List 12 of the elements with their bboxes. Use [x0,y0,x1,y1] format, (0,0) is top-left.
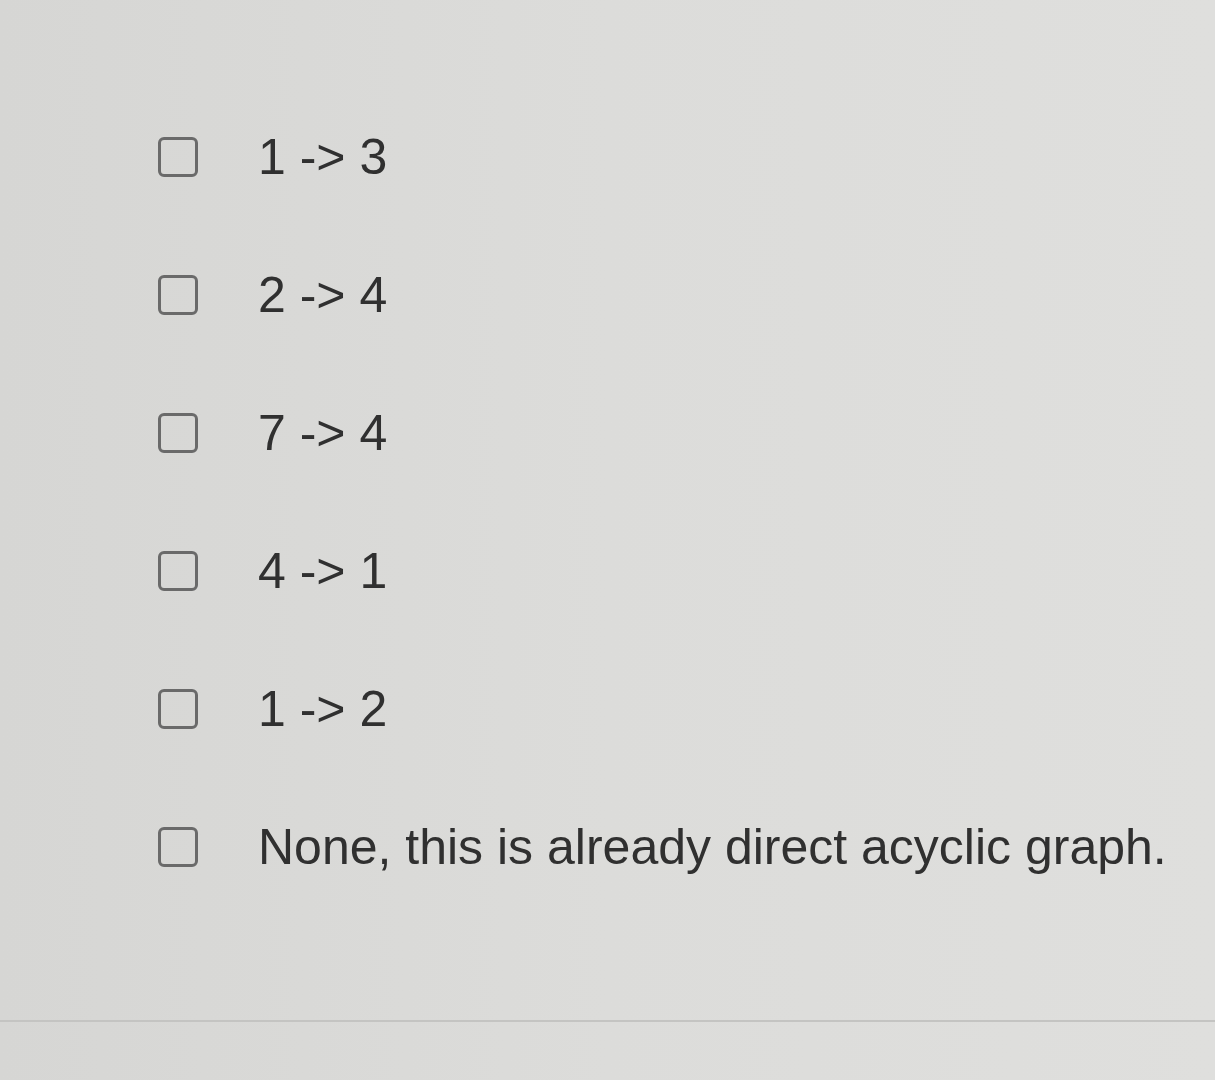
option-label: None, this is already direct acyclic graph. [258,819,1167,875]
option-label: 2 -> 4 [258,267,388,323]
checkbox[interactable] [158,137,198,177]
checkbox[interactable] [158,827,198,867]
option-label: 7 -> 4 [258,405,388,461]
option-label: 4 -> 1 [258,543,388,599]
checkbox[interactable] [158,275,198,315]
checkbox[interactable] [158,413,198,453]
option-label: 1 -> 2 [258,681,388,737]
checkbox[interactable] [158,689,198,729]
option-label: 1 -> 3 [258,129,388,185]
checkbox[interactable] [158,551,198,591]
